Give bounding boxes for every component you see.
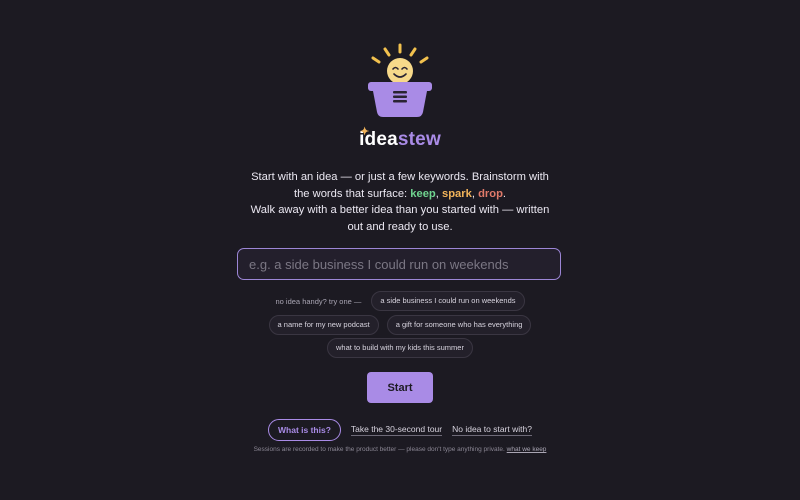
tour-link[interactable]: Take the 30-second tour: [350, 424, 443, 436]
privacy-footnote: Sessions are recorded to make the produc…: [0, 446, 800, 453]
sparkle-icon: ✦: [360, 126, 370, 138]
intro-line-1: Start with an idea — or just a few keywo…: [251, 171, 549, 183]
what-is-this-button[interactable]: What is this?: [268, 419, 341, 441]
start-button[interactable]: Start: [367, 372, 433, 403]
what-we-keep-link[interactable]: what we keep: [507, 446, 547, 453]
intro-line-2-prefix: the words that surface:: [293, 187, 411, 200]
keyword-drop: drop: [478, 187, 503, 200]
period: .: [502, 187, 507, 200]
lightbulb-in-pot-icon: [368, 43, 432, 117]
idea-input[interactable]: [237, 248, 561, 280]
keyword-keep: keep: [410, 187, 436, 200]
keyword-spark: spark: [441, 187, 472, 200]
suggestion-row-2: a name for my new podcast a gift for som…: [0, 315, 800, 335]
suggestion-chip[interactable]: a name for my new podcast: [268, 315, 379, 335]
intro-line-4: out and ready to use.: [347, 220, 453, 233]
footnote-text: Sessions are recorded to make the produc…: [253, 446, 507, 453]
suggestion-chip[interactable]: a gift for someone who has everything: [386, 315, 532, 335]
intro-line-3: Walk away with a better idea than you st…: [250, 204, 550, 216]
suggestion-chip[interactable]: what to build with my kids this summer: [327, 338, 473, 358]
wordmark: ✦ ideastew: [0, 126, 800, 151]
intro-text: Start with an idea — or just a few keywo…: [220, 169, 580, 235]
suggestion-label: no idea handy? try one —: [275, 296, 362, 306]
suggestion-row-3: what to build with my kids this summer: [0, 338, 800, 358]
wordmark-stew: stew: [397, 129, 441, 150]
suggestion-row-1: no idea handy? try one — a side business…: [0, 291, 800, 311]
intro-line-2: the words that surface: keep, spark, dro…: [220, 186, 580, 203]
suggestion-chip[interactable]: a side business I could run on weekends: [371, 291, 525, 311]
no-idea-link[interactable]: No idea to start with?: [452, 424, 532, 436]
help-links: What is this? Take the 30-second tour No…: [0, 419, 800, 441]
landing-page: ✦ ideastew Start with an idea — or just …: [0, 0, 800, 500]
